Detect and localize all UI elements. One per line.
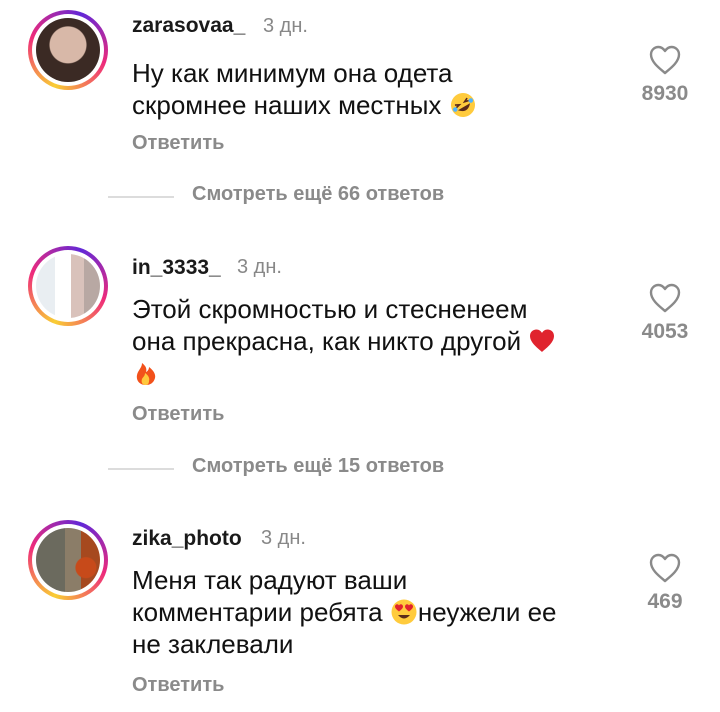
view-more-label: Смотреть ещё 15 ответов [192,455,445,477]
avatar-image [36,528,100,592]
view-more-label: Смотреть ещё 66 ответов [192,183,445,205]
rolling-on-floor-laughing-emoji [450,93,475,117]
avatar-image [36,254,100,318]
fire-emoji [136,363,156,385]
avatar[interactable] [28,520,108,600]
heart-outline-icon [649,45,681,75]
like-button[interactable]: 8930 [620,44,710,106]
divider [108,196,174,198]
divider [108,468,174,470]
comment-text: Этой скромностью и стесненеем она прекра… [132,293,612,389]
heart-eyes-emoji [391,599,417,625]
view-more-replies-button[interactable]: Смотреть ещё 15 ответов [108,455,508,483]
like-count: 469 [647,590,683,613]
like-count: 4053 [641,320,689,343]
comment-text-line: скромнее наших местных [132,89,612,121]
like-button[interactable]: 469 [620,552,710,614]
comment-text-line [132,357,612,389]
comment-text-line: Меня так радуют ваши [132,565,408,595]
red-heart-emoji [530,329,555,352]
reply-button[interactable]: Ответить [132,674,224,697]
comment-username[interactable]: in_3333_ [132,256,221,280]
comment-text-line: она прекрасна, как никто другой [132,325,612,357]
comment-username[interactable]: zarasovaa_ [132,14,245,38]
comment-text-line: комментарии ребята неужели ее [132,597,557,627]
comment-time: 3 дн. [263,15,308,37]
comment-time: 3 дн. [261,527,306,549]
heart-outline-icon [649,283,681,313]
avatar[interactable] [28,246,108,326]
like-count: 8930 [641,82,689,105]
reply-button[interactable]: Ответить [132,403,224,426]
avatar-image [36,18,100,82]
comment-text: Ну как минимум она одета скромнее наших … [132,57,612,121]
comment-text-line: Этой скромностью и стесненеем [132,294,528,324]
comment-text-line: не заклевали [132,629,294,659]
comment-username[interactable]: zika_photo [132,527,242,551]
reply-button[interactable]: Ответить [132,132,224,155]
heart-outline-icon [649,553,681,583]
like-button[interactable]: 4053 [620,282,710,344]
comment-time: 3 дн. [237,256,282,278]
comment-text: Меня так радуют ваши комментарии ребята … [132,564,612,660]
avatar[interactable] [28,10,108,90]
view-more-replies-button[interactable]: Смотреть ещё 66 ответов [108,183,508,211]
comment-text-line: Ну как минимум она одета [132,58,453,88]
